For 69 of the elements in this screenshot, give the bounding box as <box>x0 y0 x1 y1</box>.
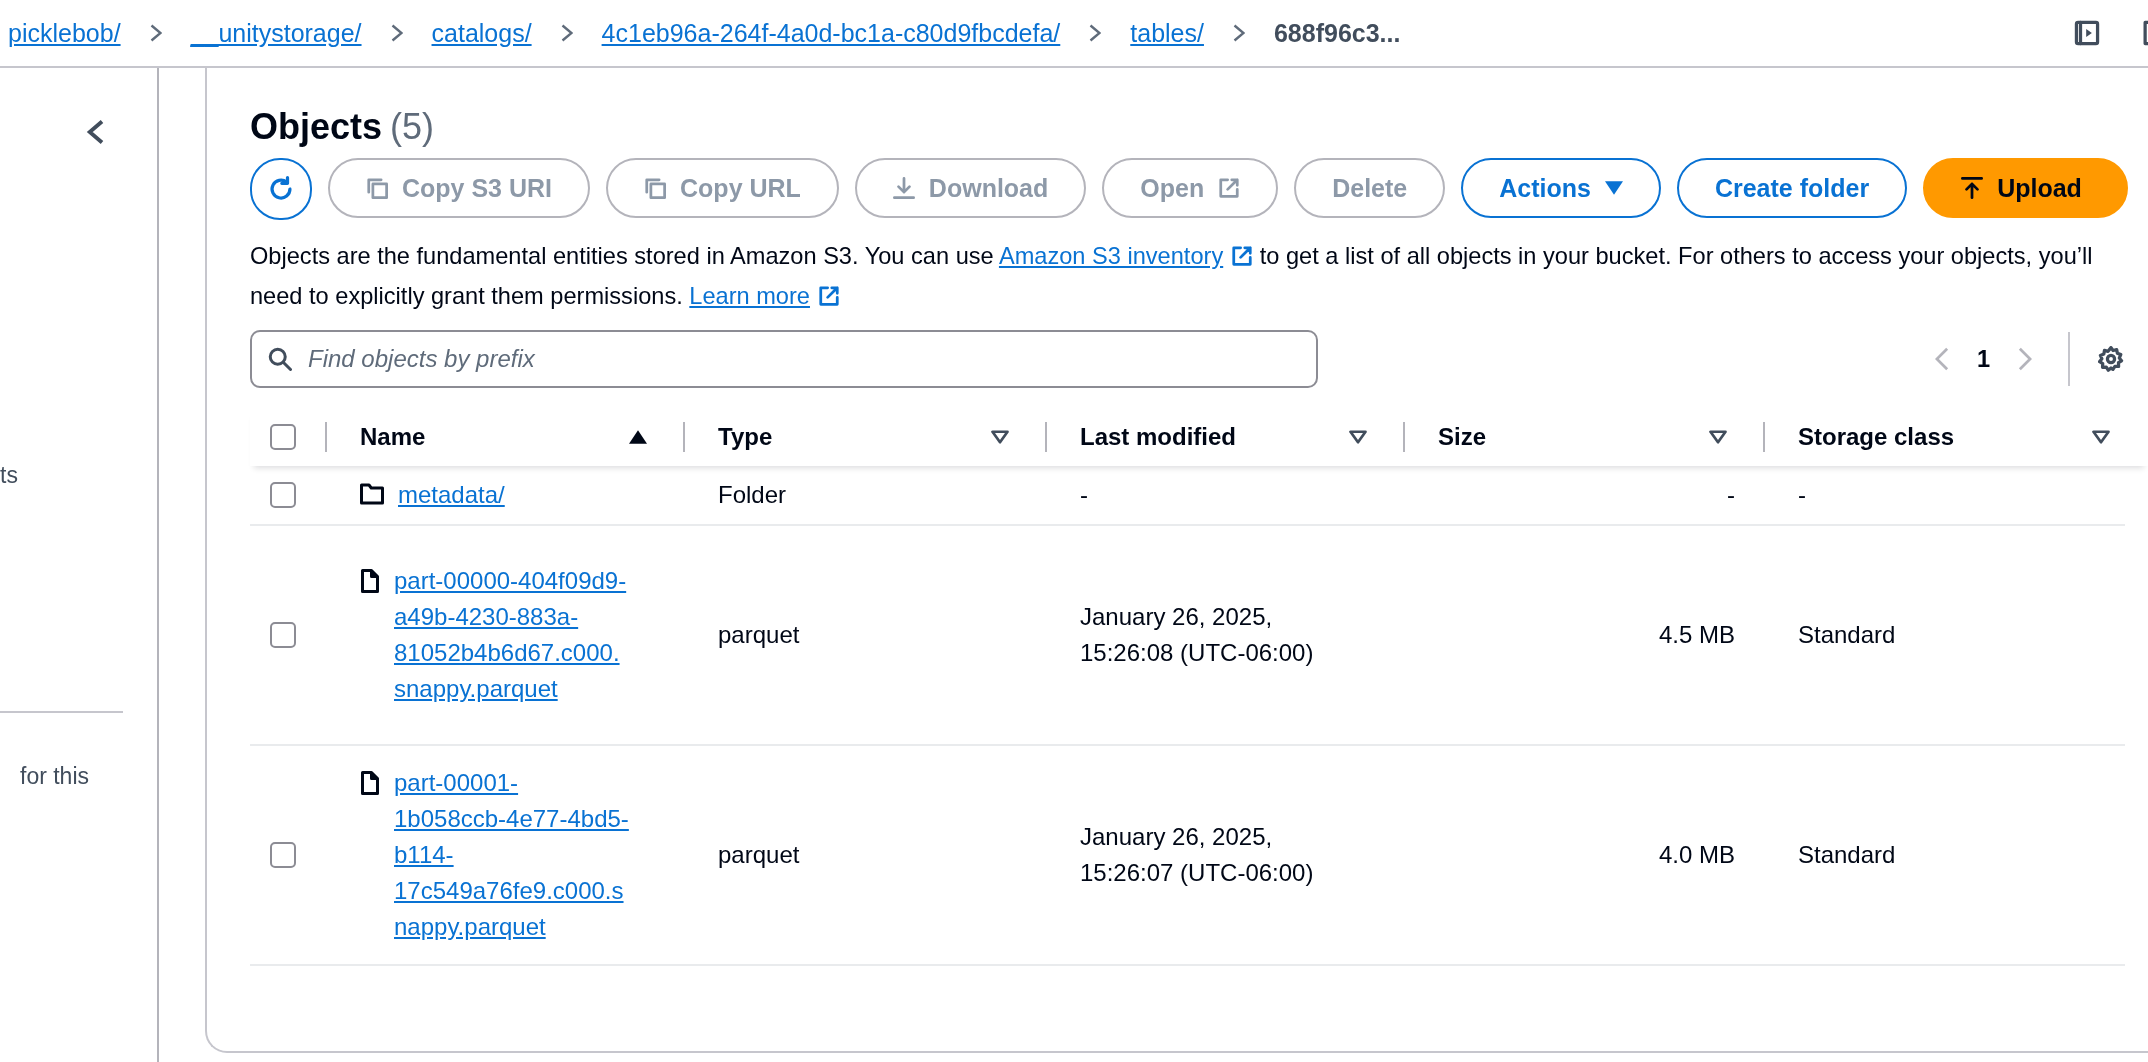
breadcrumb-link[interactable]: 4c1eb96a-264f-4a0d-bc1a-c80d9fbcdefa/ <box>601 18 1061 48</box>
sort-ascending-icon[interactable] <box>629 430 647 444</box>
file-icon <box>360 771 380 795</box>
checkbox[interactable] <box>270 424 296 450</box>
breadcrumb-link[interactable]: catalogs/ <box>431 18 532 48</box>
column-header[interactable]: Name <box>360 423 629 451</box>
breadcrumb-current: 688f96c3... <box>1273 18 1401 48</box>
object-count: (5) <box>390 106 435 148</box>
file-icon <box>360 569 380 593</box>
chevron-right-icon <box>560 24 573 42</box>
storage-class-text: - <box>1798 480 1806 510</box>
column-header[interactable]: Type <box>718 423 991 451</box>
external-link[interactable]: Learn more <box>689 283 840 309</box>
sort-icon[interactable] <box>1349 430 1367 444</box>
size-text: 4.0 MB <box>1658 840 1735 870</box>
page-number[interactable]: 1 <box>1976 345 1990 373</box>
storage-class-text: Standard <box>1798 840 1896 870</box>
object-link[interactable]: metadata/ <box>398 477 634 513</box>
sort-icon[interactable] <box>991 430 1009 444</box>
folder-icon <box>360 483 384 505</box>
column-header[interactable]: Last modified <box>1080 423 1349 451</box>
type-text: parquet <box>718 840 800 870</box>
breadcrumb-link[interactable]: __unitystorage/ <box>190 18 362 48</box>
toolbar-button[interactable]: Actions <box>1461 158 1661 218</box>
type-text: Folder <box>718 480 787 510</box>
type-text: parquet <box>718 620 800 650</box>
breadcrumb-link[interactable]: picklebob/ <box>8 18 121 48</box>
download-icon <box>892 177 915 199</box>
date-text: January 26, 2025, 15:26:08 (UTC-06:00) <box>1080 602 1315 668</box>
chevron-right-icon <box>1232 24 1245 42</box>
panel-play-icon[interactable] <box>2074 20 2100 46</box>
settings-icon[interactable] <box>2098 346 2124 372</box>
refresh-icon <box>268 176 294 202</box>
sort-icon[interactable] <box>2092 430 2110 444</box>
checkbox[interactable] <box>270 842 296 868</box>
external-link[interactable]: Amazon S3 inventory <box>998 243 1254 269</box>
date-text: - <box>1080 480 1089 510</box>
upload-icon <box>1961 177 1984 199</box>
collapse-chevron-icon[interactable] <box>84 118 106 146</box>
checkbox[interactable] <box>270 622 296 648</box>
checkbox[interactable] <box>270 482 296 508</box>
sidebar-text: ts <box>0 462 19 489</box>
column-header[interactable]: Storage class <box>1798 423 2092 451</box>
copy-icon <box>366 177 388 199</box>
caret-down-icon <box>1604 181 1623 195</box>
storage-class-text: Standard <box>1798 620 1896 650</box>
sidebar-text: for this <box>20 763 91 790</box>
column-header[interactable]: Size <box>1438 423 1709 451</box>
size-text: 4.5 MB <box>1658 620 1735 650</box>
copy-icon <box>644 177 667 199</box>
external-link-icon <box>1218 177 1241 199</box>
search-icon <box>268 347 292 371</box>
object-link[interactable]: part-00000-404f09d9-a49b-4230-883a-81052b4b6d67.c000.snappy.parquet <box>394 563 630 707</box>
refresh-button[interactable] <box>250 158 312 220</box>
sort-icon[interactable] <box>1709 430 1727 444</box>
toolbar-button[interactable]: Upload <box>1923 158 2128 218</box>
description-text: Objects are the fundamental entities stored in Amazon S3. You can use Amazon S3 inventory to get a list of all objects in your bucket. For others to access your objects, you’ll need to explicitly grant them permissions. Learn more <box>250 242 2094 311</box>
chevron-right-icon <box>390 24 403 42</box>
section-title: Objects <box>250 106 383 148</box>
toolbar-button[interactable]: Create folder <box>1676 158 1908 218</box>
breadcrumb-link[interactable]: tables/ <box>1130 18 1204 48</box>
size-text: - <box>1727 480 1735 510</box>
chevron-right-icon <box>1089 24 1102 42</box>
chevron-right-icon <box>149 24 162 42</box>
external-link-icon <box>817 285 840 307</box>
date-text: January 26, 2025, 15:26:07 (UTC-06:00) <box>1080 822 1315 888</box>
object-link[interactable]: part-00001-1b058ccb-4e77-4bd5-b114-17c549a76fe9.c000.snappy.parquet <box>394 765 630 945</box>
external-link-icon <box>1231 245 1254 267</box>
search-field[interactable]: Find objects by prefix <box>250 330 1318 388</box>
